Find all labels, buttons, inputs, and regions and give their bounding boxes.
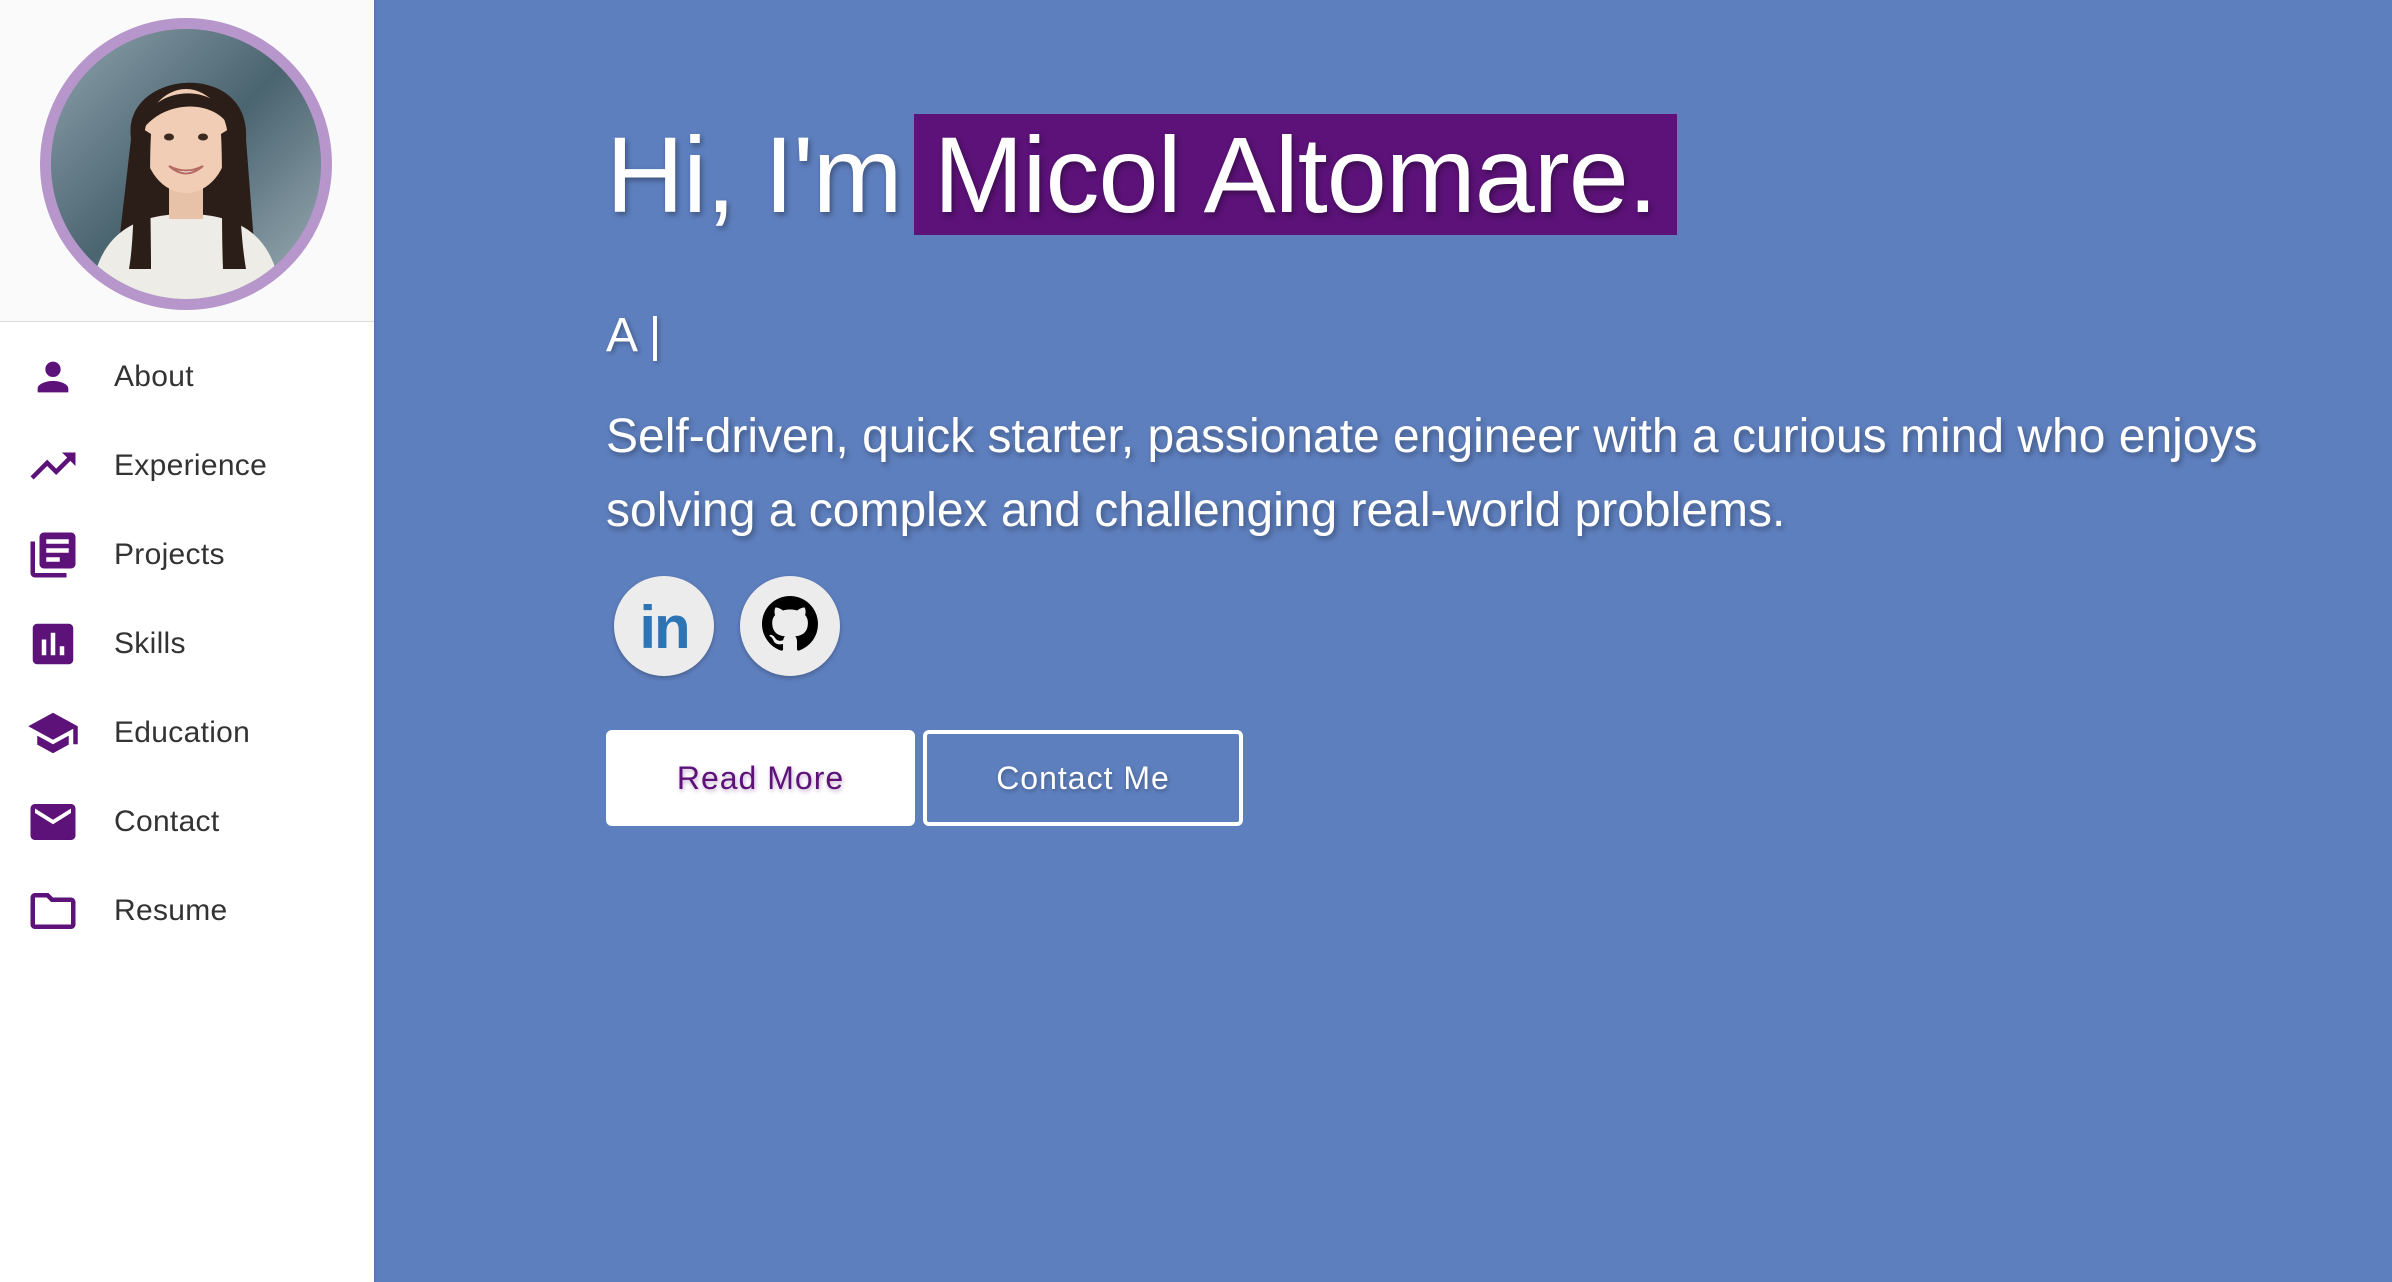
- read-more-button[interactable]: Read More: [606, 730, 915, 826]
- social-links: in: [614, 576, 840, 676]
- sidebar: About Experience Projects Skills Educati…: [0, 0, 374, 1282]
- github-button[interactable]: [740, 576, 840, 676]
- greeting-text: Hi, I'm: [606, 114, 903, 235]
- sidebar-item-about[interactable]: About: [0, 332, 374, 421]
- linkedin-button[interactable]: in: [614, 576, 714, 676]
- sidebar-item-resume[interactable]: Resume: [0, 866, 374, 955]
- linkedin-icon: in: [639, 594, 690, 661]
- sidebar-item-education[interactable]: Education: [0, 688, 374, 777]
- hero-actions: Read More Contact Me: [606, 730, 1243, 826]
- hero-section: Hi, I'm Micol Altomare. A | Self-driven, …: [374, 0, 2392, 1282]
- contact-me-button[interactable]: Contact Me: [923, 730, 1243, 826]
- sidebar-item-label: Projects: [114, 537, 225, 571]
- sidebar-item-skills[interactable]: Skills: [0, 599, 374, 688]
- bio-text: Self-driven, quick starter, passionate e…: [606, 410, 2258, 537]
- avatar: [40, 18, 332, 310]
- trending-up-icon: [26, 439, 80, 493]
- person-icon: [26, 350, 80, 404]
- bar-chart-icon: [26, 617, 80, 671]
- sidebar-item-label: About: [114, 359, 194, 393]
- sidebar-item-label: Experience: [114, 448, 268, 482]
- profile-header: [0, 0, 374, 322]
- hero-headline: Hi, I'm Micol Altomare.: [606, 112, 1677, 237]
- github-icon: [762, 595, 818, 657]
- library-books-icon: [26, 528, 80, 582]
- mail-icon: [26, 795, 80, 849]
- page: About Experience Projects Skills Educati…: [0, 0, 2392, 1282]
- typing-text: A |: [606, 309, 662, 362]
- sidebar-item-label: Skills: [114, 626, 186, 660]
- sidebar-item-label: Resume: [114, 893, 228, 927]
- sidebar-item-label: Contact: [114, 804, 220, 838]
- sidebar-item-contact[interactable]: Contact: [0, 777, 374, 866]
- folder-icon: [26, 884, 80, 938]
- sidebar-nav: About Experience Projects Skills Educati…: [0, 322, 374, 955]
- school-icon: [26, 706, 80, 760]
- sidebar-item-experience[interactable]: Experience: [0, 421, 374, 510]
- sidebar-item-projects[interactable]: Projects: [0, 510, 374, 599]
- sidebar-item-label: Education: [114, 715, 251, 749]
- name-highlight: Micol Altomare.: [913, 114, 1677, 235]
- avatar-portrait: [51, 29, 321, 299]
